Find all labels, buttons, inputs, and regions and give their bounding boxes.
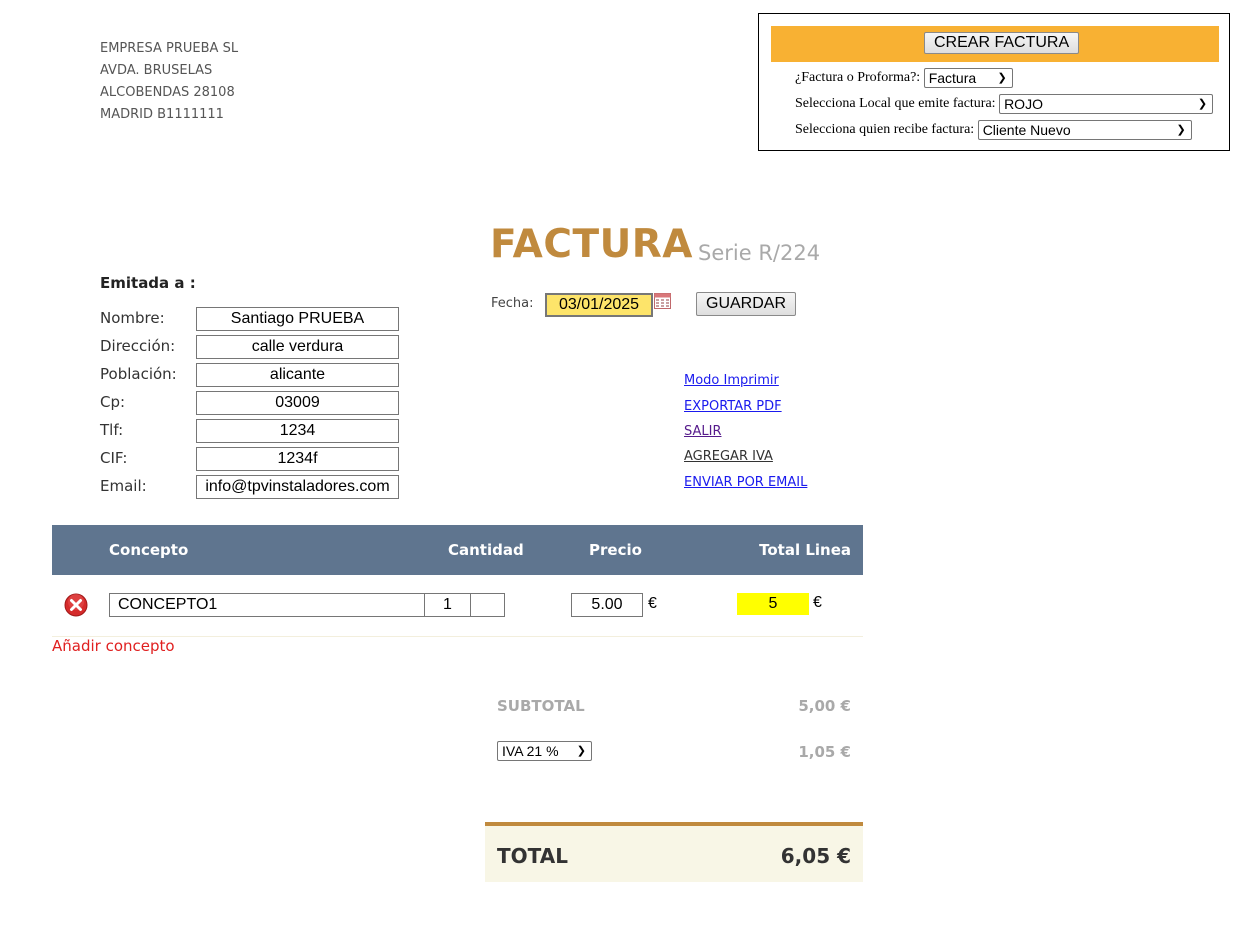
- print-mode-link[interactable]: Modo Imprimir: [684, 373, 779, 388]
- company-address: AVDA. BRUSELAS: [100, 63, 213, 78]
- client-address-input[interactable]: calle verdura: [196, 335, 399, 359]
- chevron-down-icon: ❯: [997, 72, 1007, 84]
- issuing-local-select[interactable]: ROJO ❯: [999, 94, 1214, 114]
- save-button[interactable]: GUARDAR: [696, 292, 797, 316]
- total-box: TOTAL 6,05 €: [485, 822, 863, 882]
- add-concept-link[interactable]: Añadir concepto: [52, 637, 175, 655]
- iva-select[interactable]: IVA 21 % ❯: [497, 741, 592, 761]
- price-input[interactable]: 5.00: [571, 593, 643, 617]
- header-total-linea: Total Linea: [759, 541, 851, 559]
- client-email-input[interactable]: info@tpvinstaladores.com: [196, 475, 399, 499]
- invoice-serie: Serie R/224: [698, 241, 821, 265]
- receiver-row: Selecciona quien recibe factura: Cliente…: [795, 120, 1192, 140]
- price-currency: €: [648, 595, 657, 612]
- chevron-down-icon: ❯: [1197, 98, 1208, 110]
- client-cif-label: CIF:: [100, 449, 128, 467]
- client-phone-input[interactable]: 1234: [196, 419, 399, 443]
- company-city: ALCOBENDAS 28108: [100, 85, 235, 100]
- concepts-table-header: Concepto Cantidad Precio Total Linea: [52, 525, 863, 575]
- subtotal-label: SUBTOTAL: [497, 697, 585, 715]
- client-name-label: Nombre:: [100, 309, 165, 327]
- client-name-input[interactable]: Santiago PRUEBA: [196, 307, 399, 331]
- total-label: TOTAL: [497, 844, 568, 868]
- calendar-icon[interactable]: [654, 293, 671, 309]
- create-invoice-panel: CREAR FACTURA ¿Factura o Proforma?: Fact…: [758, 13, 1230, 151]
- client-cp-label: Cp:: [100, 393, 126, 411]
- page-title: FACTURA: [490, 222, 693, 267]
- invoice-type-select[interactable]: Factura ❯: [923, 68, 1013, 88]
- quantity-input[interactable]: 1: [424, 593, 471, 617]
- receiver-select[interactable]: Cliente Nuevo ❯: [977, 120, 1192, 140]
- date-label: Fecha:: [491, 296, 534, 311]
- invoice-type-row: ¿Factura o Proforma?: Factura ❯: [795, 68, 1013, 88]
- date-input[interactable]: 03/01/2025: [545, 293, 653, 317]
- exit-link[interactable]: SALIR: [684, 424, 722, 439]
- client-heading: Emitada a :: [100, 274, 196, 292]
- header-precio: Precio: [589, 541, 642, 559]
- issuing-local-label: Selecciona Local que emite factura:: [795, 96, 996, 112]
- client-cif-input[interactable]: 1234f: [196, 447, 399, 471]
- chevron-down-icon: ❯: [576, 745, 586, 757]
- header-concepto: Concepto: [109, 541, 189, 559]
- company-province-cif: MADRID B1111111: [100, 107, 224, 122]
- subtotal-value: 5,00 €: [798, 697, 851, 715]
- company-info: EMPRESA PRUEBA SL AVDA. BRUSELAS ALCOBEN…: [100, 38, 238, 126]
- receiver-label: Selecciona quien recibe factura:: [795, 122, 975, 138]
- company-name: EMPRESA PRUEBA SL: [100, 41, 239, 56]
- issuing-local-row: Selecciona Local que emite factura: ROJO…: [795, 94, 1214, 114]
- table-row: CONCEPTO1 1 5.00 € 5 €: [52, 575, 863, 637]
- iva-value: 1,05 €: [798, 743, 851, 761]
- line-total-currency: €: [813, 594, 822, 611]
- client-email-label: Email:: [100, 477, 147, 495]
- client-town-label: Población:: [100, 365, 177, 383]
- chevron-down-icon: ❯: [1176, 124, 1186, 136]
- create-invoice-button[interactable]: CREAR FACTURA: [924, 32, 1080, 54]
- total-value: 6,05 €: [780, 844, 851, 868]
- concept-input[interactable]: CONCEPTO1: [109, 593, 425, 617]
- client-town-input[interactable]: alicante: [196, 363, 399, 387]
- send-email-link[interactable]: ENVIAR POR EMAIL: [684, 475, 807, 490]
- client-address-label: Dirección:: [100, 337, 176, 355]
- invoice-type-label: ¿Factura o Proforma?:: [795, 70, 921, 86]
- extra-input[interactable]: [470, 593, 505, 617]
- line-total: 5: [737, 593, 809, 615]
- client-phone-label: Tlf:: [100, 421, 124, 439]
- create-invoice-bar: CREAR FACTURA: [771, 26, 1219, 62]
- client-cp-input[interactable]: 03009: [196, 391, 399, 415]
- add-iva-link[interactable]: AGREGAR IVA: [684, 449, 773, 464]
- delete-icon[interactable]: [64, 593, 88, 617]
- export-pdf-link[interactable]: EXPORTAR PDF: [684, 399, 782, 414]
- header-cantidad: Cantidad: [448, 541, 524, 559]
